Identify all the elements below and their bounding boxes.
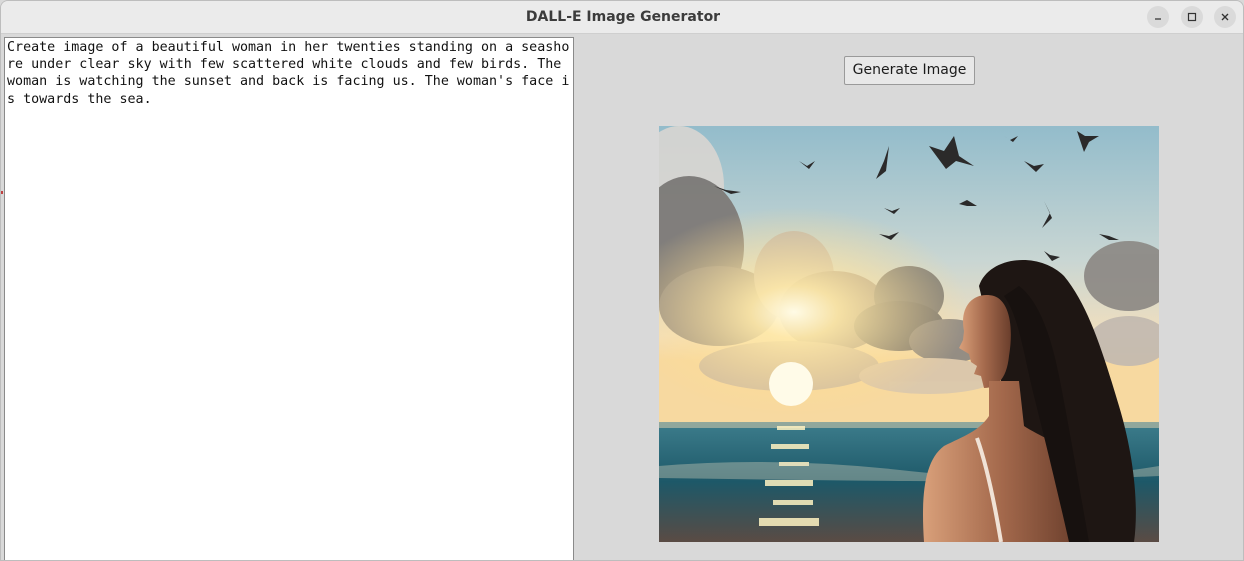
generated-image-canvas <box>659 126 1159 542</box>
window-title: DALL-E Image Generator <box>525 9 721 25</box>
maximize-icon <box>1187 12 1197 22</box>
maximize-button[interactable] <box>1181 6 1203 28</box>
prompt-textarea[interactable]: Create image of a beautiful woman in her… <box>4 37 574 560</box>
edge-marker <box>1 191 3 194</box>
minimize-icon <box>1155 18 1161 20</box>
minimize-button[interactable] <box>1147 6 1169 28</box>
title-bar[interactable]: DALL-E Image Generator <box>1 1 1243 34</box>
generate-image-button[interactable]: Generate Image <box>844 56 975 85</box>
close-icon <box>1221 13 1229 21</box>
app-window: DALL-E Image Generator Create image of a… <box>0 0 1244 561</box>
generated-image <box>659 126 1159 542</box>
close-button[interactable] <box>1214 6 1236 28</box>
